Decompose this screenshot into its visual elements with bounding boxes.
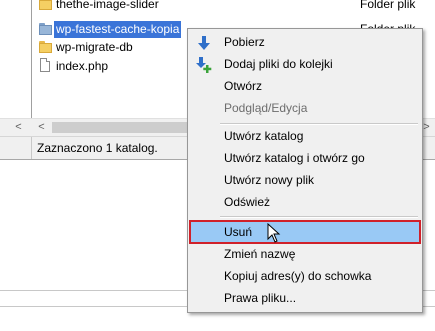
menu-item-file-permissions[interactable]: Prawa pliku... <box>190 287 420 309</box>
context-menu: Pobierz Dodaj pliki do kolejki Otwórz Po… <box>187 28 423 313</box>
menu-item-create-directory-and-open[interactable]: Utwórz katalog i otwórz go <box>190 147 420 169</box>
php-file-icon <box>40 58 50 72</box>
mouse-pointer-icon <box>267 223 281 243</box>
menu-item-label: Dodaj pliki do kolejki <box>224 57 333 71</box>
menu-item-create-directory[interactable]: Utwórz katalog <box>190 125 420 147</box>
menu-item-label: Utwórz katalog <box>224 129 304 143</box>
menu-item-create-new-file[interactable]: Utwórz nowy plik <box>190 169 420 191</box>
menu-separator <box>220 216 418 218</box>
status-bar-left-cell <box>0 137 32 159</box>
menu-item-label: Pobierz <box>224 35 265 49</box>
scroll-left-arrow[interactable]: < <box>10 119 27 136</box>
menu-item-rename[interactable]: Zmień nazwę <box>190 243 420 265</box>
menu-item-label: Otwórz <box>224 79 263 93</box>
file-name: index.php <box>56 59 109 73</box>
menu-item-view-edit: Podgląd/Edycja <box>190 97 420 119</box>
file-row-thethe-image-slider[interactable]: thethe-image-slider Folder plik <box>36 0 435 14</box>
menu-item-label: Utwórz katalog i otwórz go <box>224 151 365 165</box>
left-pane-edge <box>0 0 32 118</box>
status-text: Zaznaczono 1 katalog. <box>37 141 158 155</box>
download-arrow-icon <box>198 36 210 50</box>
menu-item-label: Prawa pliku... <box>224 291 297 305</box>
folder-icon <box>39 41 52 53</box>
add-to-queue-icon <box>196 57 212 73</box>
menu-item-copy-url[interactable]: Kopiuj adres(y) do schowka <box>190 265 420 287</box>
menu-item-add-to-queue[interactable]: Dodaj pliki do kolejki <box>190 53 420 75</box>
menu-item-download[interactable]: Pobierz <box>190 31 420 53</box>
file-name: wp-migrate-db <box>56 40 133 54</box>
file-name: thethe-image-slider <box>56 0 159 11</box>
scroll-left-arrow-inner[interactable]: < <box>33 119 50 136</box>
menu-item-open[interactable]: Otwórz <box>190 75 420 97</box>
file-name: wp-fastest-cache-kopia <box>54 21 182 38</box>
menu-item-label: Zmień nazwę <box>224 247 296 261</box>
menu-item-refresh[interactable]: Odśwież <box>190 191 420 213</box>
file-type: Folder plik <box>360 0 416 11</box>
menu-item-label: Kopiuj adres(y) do schowka <box>224 269 372 283</box>
menu-item-label: Usuń <box>224 225 253 239</box>
menu-item-label: Podgląd/Edycja <box>224 101 308 115</box>
folder-icon <box>39 23 52 35</box>
menu-item-label: Odśwież <box>224 195 271 209</box>
menu-item-label: Utwórz nowy plik <box>224 173 315 187</box>
folder-icon <box>39 0 52 10</box>
menu-item-delete[interactable]: Usuń <box>189 220 421 244</box>
